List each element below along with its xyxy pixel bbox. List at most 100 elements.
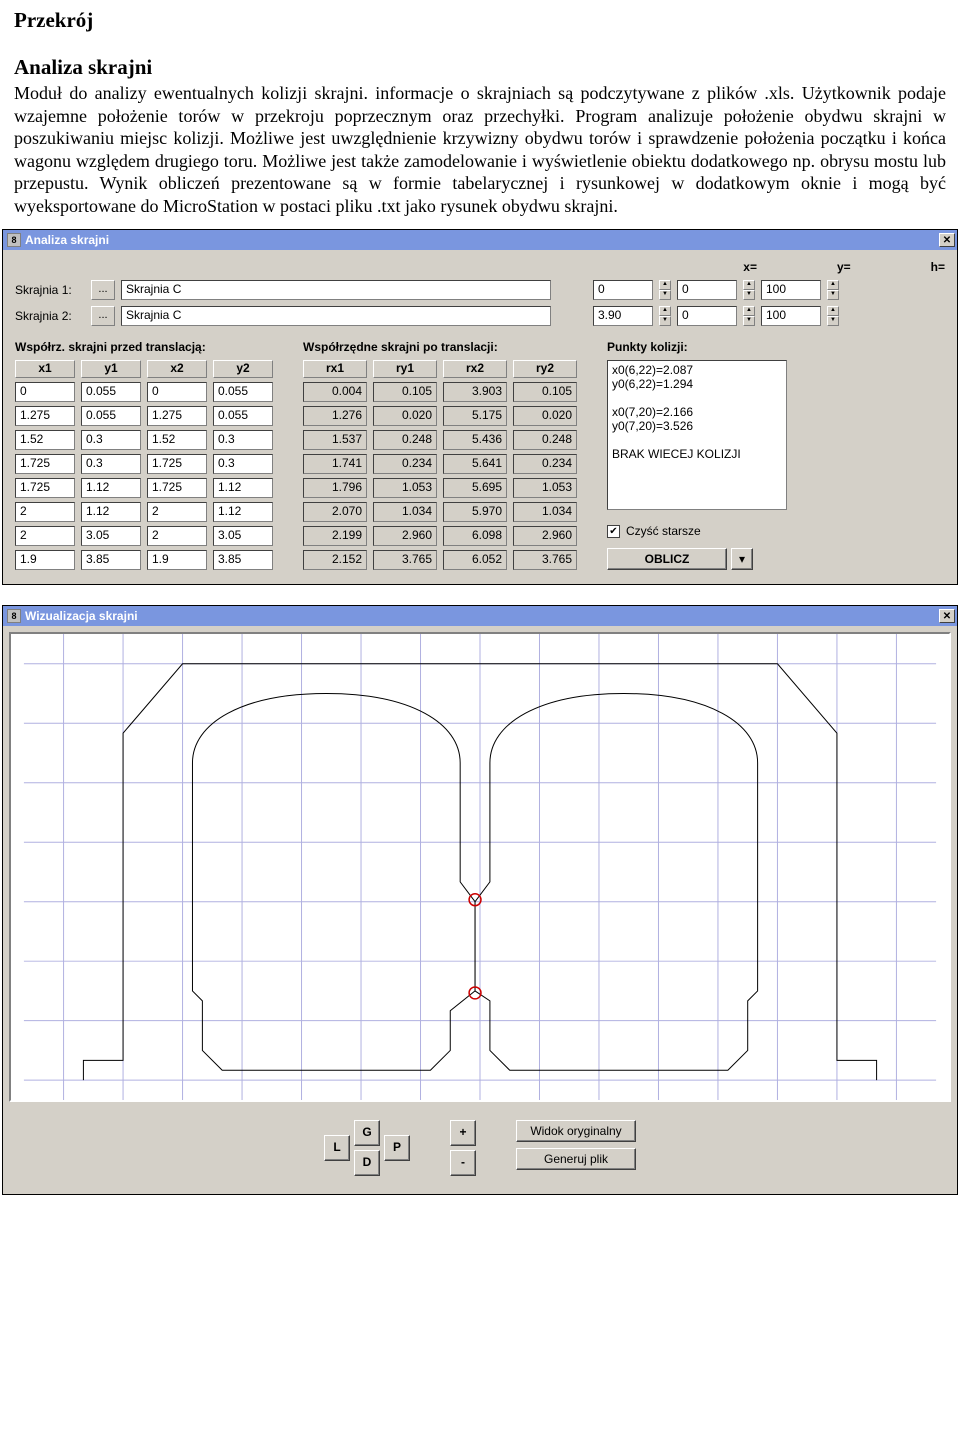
visualization-canvas[interactable]: [9, 632, 951, 1102]
pan-down-button[interactable]: D: [354, 1150, 380, 1176]
table-cell[interactable]: 0: [15, 382, 75, 402]
table-cell: 0.105: [513, 382, 577, 402]
skrajnia1-field[interactable]: Skrajnia C: [121, 280, 551, 300]
skrajnia2-field[interactable]: Skrajnia C: [121, 306, 551, 326]
table-cell[interactable]: 1.12: [81, 502, 141, 522]
pan-right-button[interactable]: P: [384, 1135, 410, 1161]
browse-skrajnia1-button[interactable]: ...: [91, 280, 115, 300]
table-cell[interactable]: 1.725: [15, 478, 75, 498]
hdr-x1: x1: [15, 360, 75, 378]
table-cell[interactable]: 2: [15, 526, 75, 546]
table-cell[interactable]: 0: [147, 382, 207, 402]
pan-left-button[interactable]: L: [324, 1135, 350, 1161]
table-cell: 1.741: [303, 454, 367, 474]
dialog-title: Wizualizacja skrajni: [25, 609, 138, 623]
generate-file-button[interactable]: Generuj plik: [516, 1148, 636, 1170]
table-cell: 1.034: [373, 502, 437, 522]
table-cell[interactable]: 2: [15, 502, 75, 522]
table-cell: 1.053: [513, 478, 577, 498]
table-cell[interactable]: 0.055: [213, 382, 273, 402]
label-skrajnia2: Skrajnia 2:: [15, 309, 85, 323]
close-icon[interactable]: ✕: [939, 609, 955, 623]
table-cell[interactable]: 3.05: [213, 526, 273, 546]
table-cell: 3.903: [443, 382, 507, 402]
label-y: y=: [837, 260, 851, 274]
collision-list[interactable]: x0(6,22)=2.087 y0(6,22)=1.294 x0(7,20)=2…: [607, 360, 787, 510]
hdr-y1: y1: [81, 360, 141, 378]
titlebar[interactable]: 8 Wizualizacja skrajni ✕: [3, 606, 957, 626]
table-cell[interactable]: 1.275: [15, 406, 75, 426]
hdr-y2: y2: [213, 360, 273, 378]
table-cell[interactable]: 1.275: [147, 406, 207, 426]
browse-skrajnia2-button[interactable]: ...: [91, 306, 115, 326]
table-cell[interactable]: 0.3: [213, 454, 273, 474]
x2-input[interactable]: 3.90: [593, 306, 653, 326]
czysc-checkbox[interactable]: ✔: [607, 525, 620, 538]
doc-heading: Przekrój: [14, 8, 946, 33]
app-icon: 8: [7, 233, 21, 247]
app-icon: 8: [7, 609, 21, 623]
doc-subheading: Analiza skrajni: [14, 55, 946, 80]
table-cell[interactable]: 3.05: [81, 526, 141, 546]
oblicz-dropdown-button[interactable]: ▾: [731, 548, 753, 570]
x2-spinner[interactable]: ▲▼: [659, 306, 671, 326]
label-h: h=: [931, 260, 945, 274]
table-cell: 5.695: [443, 478, 507, 498]
table-cell[interactable]: 0.3: [81, 454, 141, 474]
table-cell: 0.234: [513, 454, 577, 474]
table-cell: 5.641: [443, 454, 507, 474]
section-before-label: Współrz. skrajni przed translacją:: [15, 340, 273, 354]
table-cell[interactable]: 3.85: [81, 550, 141, 570]
table-cell[interactable]: 0.3: [213, 430, 273, 450]
zoom-out-button[interactable]: -: [450, 1150, 476, 1176]
y2-input[interactable]: 0: [677, 306, 737, 326]
hdr-x2: x2: [147, 360, 207, 378]
table-cell[interactable]: 1.12: [81, 478, 141, 498]
table-cell[interactable]: 1.52: [147, 430, 207, 450]
oblicz-button[interactable]: OBLICZ: [607, 548, 727, 570]
y2-spinner[interactable]: ▲▼: [743, 306, 755, 326]
table-cell: 0.020: [373, 406, 437, 426]
h1-input[interactable]: 100: [761, 280, 821, 300]
y1-spinner[interactable]: ▲▼: [743, 280, 755, 300]
table-cell: 2.960: [513, 526, 577, 546]
h1-spinner[interactable]: ▲▼: [827, 280, 839, 300]
section-after-label: Współrzędne skrajni po translacji:: [303, 340, 577, 354]
table-cell[interactable]: 1.12: [213, 502, 273, 522]
table-cell[interactable]: 1.9: [147, 550, 207, 570]
zoom-in-button[interactable]: +: [450, 1120, 476, 1146]
table-cell: 0.234: [373, 454, 437, 474]
table-cell[interactable]: 1.725: [15, 454, 75, 474]
close-icon[interactable]: ✕: [939, 233, 955, 247]
table-cell[interactable]: 1.725: [147, 454, 207, 474]
dialog-analiza-skrajni: 8 Analiza skrajni ✕ x= y= h= Skrajnia 1:…: [2, 229, 958, 585]
table-cell[interactable]: 1.12: [213, 478, 273, 498]
table-cell[interactable]: 0.3: [81, 430, 141, 450]
dialog-wizualizacja-skrajni: 8 Wizualizacja skrajni ✕: [2, 605, 958, 1195]
x1-spinner[interactable]: ▲▼: [659, 280, 671, 300]
table-cell[interactable]: 1.725: [147, 478, 207, 498]
table-cell[interactable]: 0.055: [81, 382, 141, 402]
table-cell: 0.248: [513, 430, 577, 450]
table-cell: 5.436: [443, 430, 507, 450]
table-cell: 3.765: [513, 550, 577, 570]
table-cell[interactable]: 2: [147, 526, 207, 546]
h2-spinner[interactable]: ▲▼: [827, 306, 839, 326]
pan-up-button[interactable]: G: [354, 1120, 380, 1146]
titlebar[interactable]: 8 Analiza skrajni ✕: [3, 230, 957, 250]
table-cell[interactable]: 2: [147, 502, 207, 522]
table-cell[interactable]: 0.055: [213, 406, 273, 426]
original-view-button[interactable]: Widok oryginalny: [516, 1120, 636, 1142]
hdr-ry2: ry2: [513, 360, 577, 378]
table-cell[interactable]: 3.85: [213, 550, 273, 570]
x1-input[interactable]: 0: [593, 280, 653, 300]
table-cell: 6.052: [443, 550, 507, 570]
section-collisions-label: Punkty kolizji:: [607, 340, 945, 354]
table-cell: 2.070: [303, 502, 367, 522]
table-cell[interactable]: 1.52: [15, 430, 75, 450]
table-cell: 0.004: [303, 382, 367, 402]
table-cell[interactable]: 0.055: [81, 406, 141, 426]
table-cell[interactable]: 1.9: [15, 550, 75, 570]
y1-input[interactable]: 0: [677, 280, 737, 300]
h2-input[interactable]: 100: [761, 306, 821, 326]
